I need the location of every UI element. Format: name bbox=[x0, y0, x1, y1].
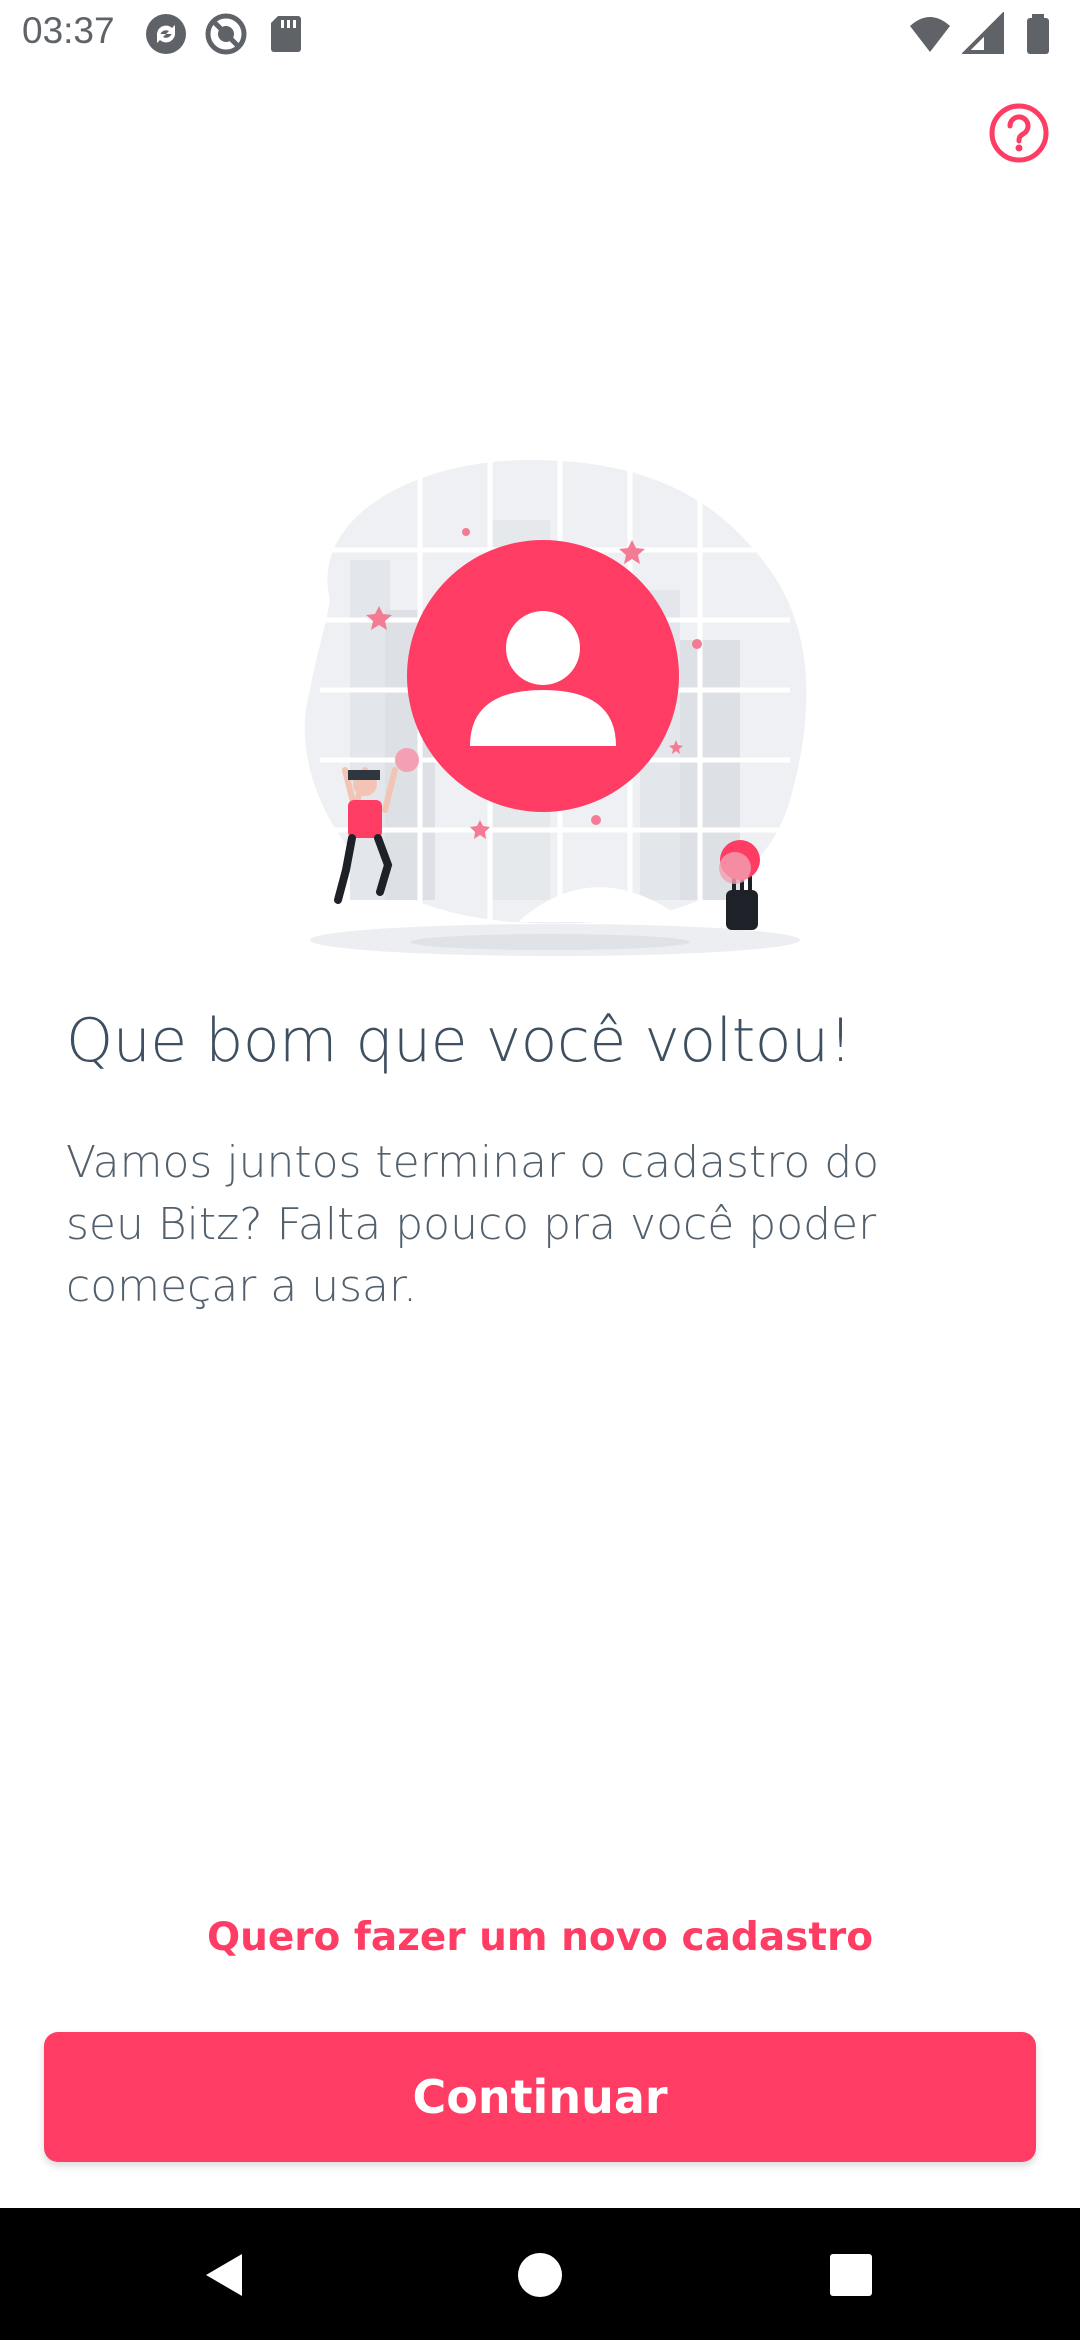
user-profile-illustration bbox=[304, 460, 807, 956]
sync-icon bbox=[146, 14, 186, 54]
status-time: 03:37 bbox=[22, 10, 115, 51]
page-subtitle: Vamos juntos terminar o cadastro do seu … bbox=[66, 1137, 880, 1312]
continue-button-label: Continuar bbox=[412, 2070, 668, 2124]
new-signup-link[interactable]: Quero fazer um novo cadastro bbox=[0, 1915, 1080, 1960]
status-icons-right bbox=[908, 12, 1060, 56]
continue-button[interactable]: Continuar bbox=[44, 2032, 1036, 2162]
recent-apps-icon[interactable] bbox=[824, 2248, 878, 2302]
status-icons-left bbox=[144, 12, 308, 56]
home-icon[interactable] bbox=[513, 2248, 567, 2302]
page-title: Que bom que você voltou! bbox=[66, 1006, 853, 1076]
wifi-icon bbox=[910, 17, 950, 52]
status-bar: 03:37 bbox=[0, 0, 1080, 68]
back-icon[interactable] bbox=[198, 2248, 252, 2302]
navigation-bar bbox=[0, 2208, 1080, 2340]
blocked-icon bbox=[205, 13, 247, 55]
help-circle-icon[interactable] bbox=[988, 102, 1050, 164]
signal-icon bbox=[962, 12, 1004, 54]
screen: 03:37 Que bom que você voltou! Vamos jun… bbox=[0, 0, 1080, 2340]
sd-card-icon bbox=[271, 16, 301, 52]
battery-icon bbox=[1027, 14, 1049, 54]
